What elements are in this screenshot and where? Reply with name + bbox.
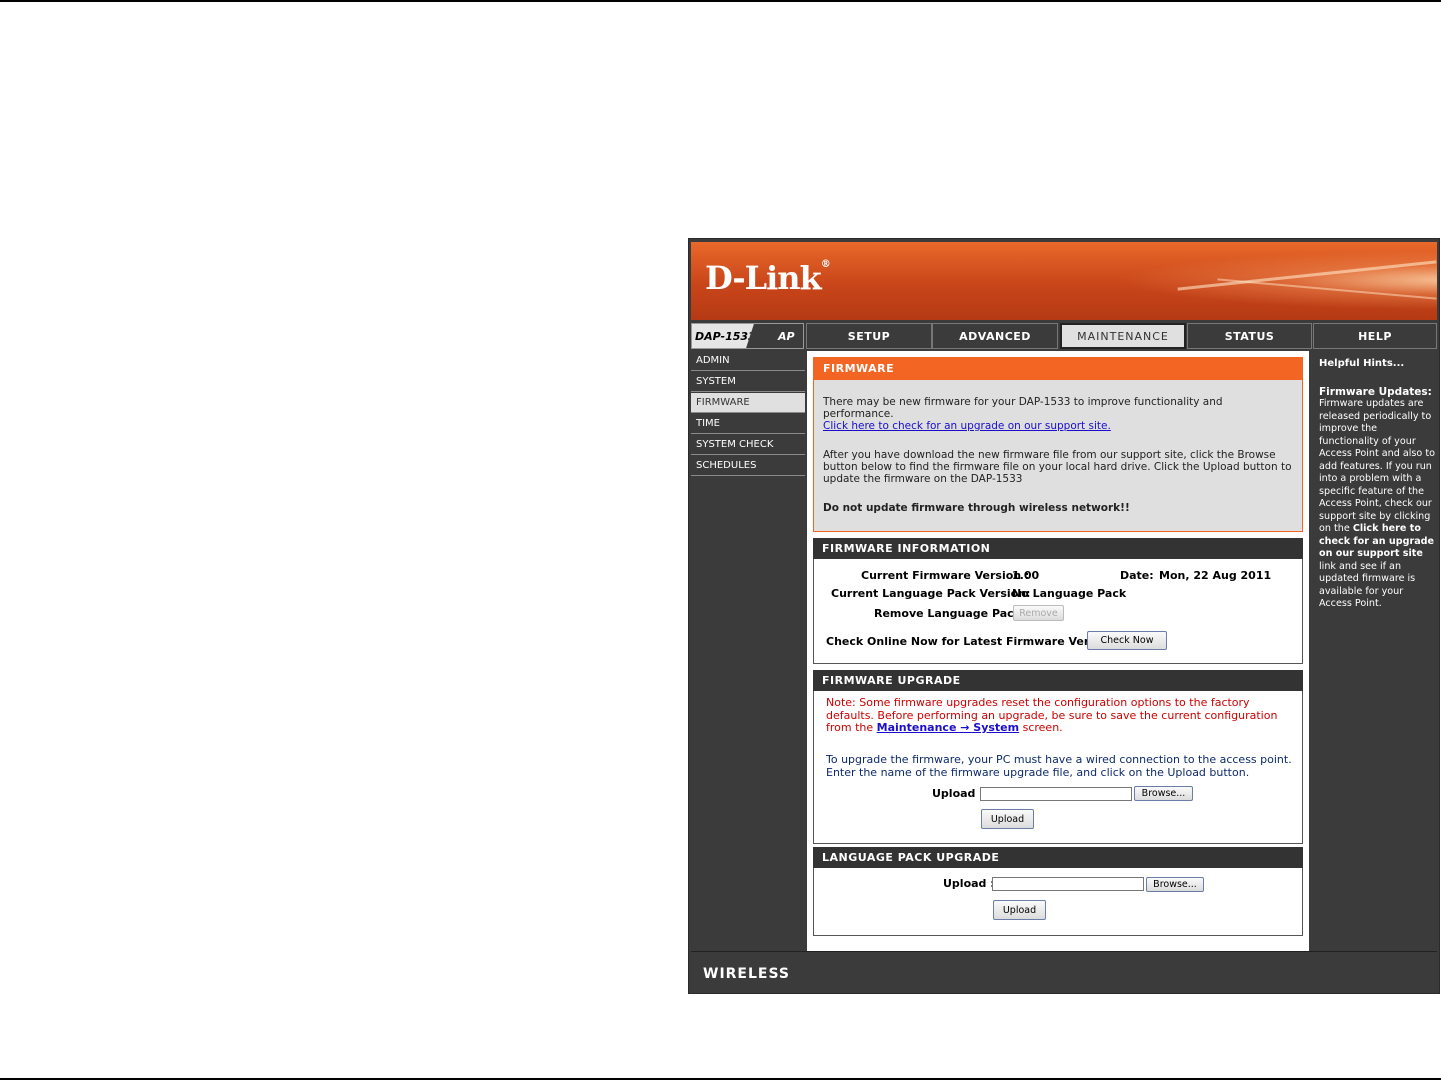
section-title: FIRMWARE (813, 357, 1303, 380)
nav-item-schedules[interactable]: SCHEDULES (691, 456, 805, 476)
firmware-upgrade-section: FIRMWARE UPGRADE Note: Some firmware upg… (813, 670, 1303, 844)
firmware-section: FIRMWARE There may be new firmware for y… (813, 357, 1303, 532)
model-label: DAP-1533 AP (691, 323, 804, 349)
help-subtitle: Firmware Updates: (1319, 386, 1432, 398)
remove-language-pack-label: Remove Language Pack: (874, 607, 1026, 620)
check-now-button[interactable]: Check Now (1087, 631, 1167, 650)
help-panel: Helpful Hints... Firmware Updates: Firmw… (1313, 351, 1439, 947)
upload-label: Upload : (943, 877, 995, 890)
nav-item-admin[interactable]: ADMIN (691, 351, 805, 371)
maintenance-system-link[interactable]: Maintenance → System (877, 721, 1019, 734)
language-pack-browse-button[interactable]: Browse... (1146, 877, 1204, 892)
language-pack-file-input[interactable] (992, 877, 1144, 891)
main-content: FIRMWARE There may be new firmware for y… (807, 351, 1309, 951)
dlink-logo: D-Link® (705, 259, 831, 297)
section-body: Note: Some firmware upgrades reset the c… (813, 691, 1303, 844)
tab-maintenance[interactable]: MAINTENANCE (1060, 323, 1186, 349)
section-body: Current Firmware Version : 1.00 Date: Mo… (813, 559, 1303, 664)
tab-status[interactable]: STATUS (1187, 323, 1312, 349)
language-pack-upload-button[interactable]: Upload (993, 900, 1046, 920)
bottom-rule (0, 1078, 1441, 1080)
footer-bar: WIRELESS (691, 951, 1437, 992)
left-navigation: ADMIN SYSTEM FIRMWARE TIME SYSTEM CHECK … (691, 351, 805, 477)
firmware-intro: There may be new firmware for your DAP-1… (823, 396, 1223, 420)
upload-label: Upload : (932, 787, 984, 800)
reset-note: Note: Some firmware upgrades reset the c… (826, 696, 1278, 734)
header-banner: D-Link® (691, 242, 1437, 320)
help-text: Firmware updates are released periodical… (1319, 398, 1435, 609)
firmware-instructions: After you have download the new firmware… (823, 449, 1292, 485)
language-pack-upgrade-section: LANGUAGE PACK UPGRADE Upload : Browse...… (813, 847, 1303, 936)
wireless-warning: Do not update firmware through wireless … (823, 502, 1130, 514)
nav-item-system[interactable]: SYSTEM (691, 372, 805, 392)
top-rule (0, 0, 1441, 2)
language-pack-label: Current Language Pack Version: (831, 587, 1031, 600)
section-title: FIRMWARE INFORMATION (813, 538, 1303, 559)
language-pack-value: No Language Pack (1012, 587, 1127, 600)
date-value: Mon, 22 Aug 2011 (1159, 569, 1272, 582)
model-mode: AP (778, 330, 795, 343)
nav-item-system-check[interactable]: SYSTEM CHECK (691, 435, 805, 455)
current-version-value: 1.00 (1012, 569, 1040, 582)
current-version-label: Current Firmware Version : (861, 569, 1030, 582)
firmware-browse-button[interactable]: Browse... (1134, 786, 1193, 801)
help-title: Helpful Hints... (1319, 358, 1405, 369)
remove-button[interactable]: Remove (1013, 605, 1064, 621)
upgrade-instructions: To upgrade the firmware, your PC must ha… (826, 753, 1292, 779)
tab-advanced[interactable]: ADVANCED (932, 323, 1058, 349)
firmware-upload-button[interactable]: Upload (981, 809, 1034, 829)
section-title: LANGUAGE PACK UPGRADE (813, 847, 1303, 868)
section-body: Upload : Browse... Upload (813, 868, 1303, 936)
nav-item-time[interactable]: TIME (691, 414, 805, 434)
tab-help[interactable]: HELP (1313, 323, 1437, 349)
firmware-information-section: FIRMWARE INFORMATION Current Firmware Ve… (813, 538, 1303, 664)
wireless-logo: WIRELESS (703, 966, 791, 982)
firmware-file-input[interactable] (980, 787, 1132, 801)
nav-item-firmware[interactable]: FIRMWARE (691, 393, 805, 413)
section-title: FIRMWARE UPGRADE (813, 670, 1303, 691)
tab-setup[interactable]: SETUP (806, 323, 932, 349)
router-admin-window: D-Link® DAP-1533 AP SETUP ADVANCED MAINT… (688, 238, 1440, 994)
support-site-link[interactable]: Click here to check for an upgrade on ou… (823, 420, 1111, 432)
section-body: There may be new firmware for your DAP-1… (813, 380, 1303, 532)
date-label: Date: (1120, 569, 1154, 582)
model-name: DAP-1533 (695, 330, 756, 343)
check-online-label: Check Online Now for Latest Firmware Ver… (826, 635, 1120, 648)
